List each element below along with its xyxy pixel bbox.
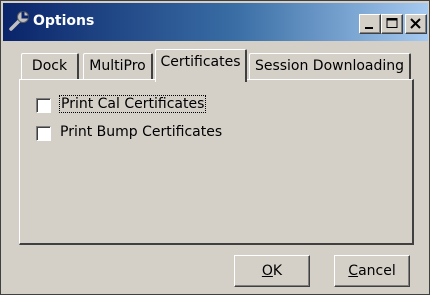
minimize-button[interactable] [359,14,381,34]
tab-certificates[interactable]: Certificates [155,49,247,82]
cancel-label: ancel [358,263,396,279]
window-title: Options [33,13,95,29]
close-button[interactable] [405,14,427,34]
tab-session-downloading[interactable]: Session Downloading [249,53,411,79]
ok-button[interactable]: OK [234,255,310,287]
print-bump-certificates-checkbox[interactable] [36,126,51,141]
print-cal-certificates-label[interactable]: Print Cal Certificates [58,95,207,113]
cancel-button[interactable]: Cancel [334,255,410,287]
print-bump-certificates-label[interactable]: Print Bump Certificates [60,124,222,140]
cancel-accelerator: C [348,263,359,279]
tab-dock[interactable]: Dock [21,53,79,79]
title-bar[interactable]: Options [3,3,428,41]
minimize-icon [365,27,373,29]
ok-label: K [272,263,283,279]
close-icon [410,18,421,29]
ok-accelerator: O [261,263,273,279]
options-dialog: Options Dock MultiPro Certificates Sessi… [0,0,430,295]
tab-multipro[interactable]: MultiPro [83,53,153,79]
print-cal-certificates-checkbox[interactable] [36,98,51,113]
wrench-icon [7,9,31,33]
certificates-panel: Print Cal Certificates Print Bump Certif… [19,79,414,245]
maximize-button[interactable] [381,14,403,34]
maximize-icon [386,18,398,28]
